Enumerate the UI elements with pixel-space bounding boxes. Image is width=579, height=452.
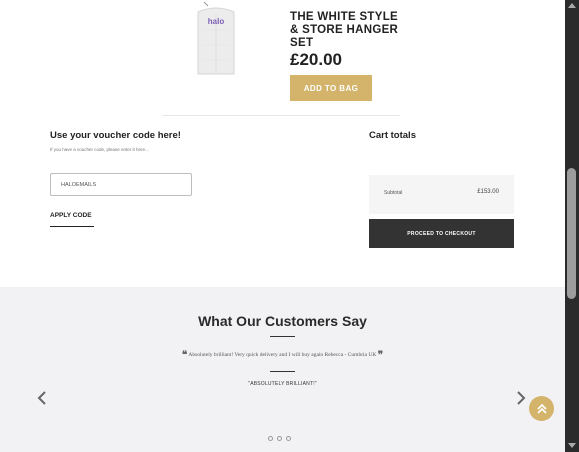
product-image[interactable]: halo xyxy=(190,0,242,76)
scroll-down-arrow-icon[interactable] xyxy=(568,443,576,448)
close-quote-icon: ❞ xyxy=(377,350,384,361)
product-logo-text: halo xyxy=(208,17,225,26)
scroll-to-top-button[interactable] xyxy=(529,396,554,421)
quote-heading: "ABSOLUTELY BRILLIANT!" xyxy=(248,381,317,387)
carousel-dot[interactable] xyxy=(277,436,282,441)
chevron-left-icon[interactable] xyxy=(36,388,48,412)
scrollbar-thumb[interactable] xyxy=(567,168,576,299)
title-underline xyxy=(270,336,295,337)
apply-code-underline xyxy=(50,226,94,227)
carousel-dots xyxy=(268,436,291,441)
garment-bag-icon: halo xyxy=(197,1,235,75)
carousel-dot[interactable] xyxy=(286,436,291,441)
cart-totals-title: Cart totals xyxy=(369,130,416,141)
chevron-right-icon[interactable] xyxy=(515,388,527,412)
voucher-title: Use your voucher code here! xyxy=(50,130,181,141)
product-price: £20.00 xyxy=(290,50,342,69)
section-title: What Our Customers Say xyxy=(198,313,367,329)
open-quote-icon: ❝ xyxy=(181,350,188,361)
subtotal-value: £153.00 xyxy=(477,189,499,195)
subtotal-row: Subtotal £153.00 xyxy=(369,175,514,214)
proceed-to-checkout-button[interactable]: PROCEED TO CHECKOUT xyxy=(369,219,514,248)
voucher-code-input[interactable] xyxy=(50,173,192,196)
page: halo THE WHITE STYLE & STORE HANGER SET … xyxy=(0,0,565,452)
scrollbar[interactable] xyxy=(565,0,579,452)
subtotal-label: Subtotal xyxy=(384,190,403,196)
scroll-up-arrow-icon[interactable] xyxy=(568,3,576,8)
product-title[interactable]: THE WHITE STYLE & STORE HANGER SET xyxy=(290,11,400,50)
double-chevron-up-icon xyxy=(536,403,547,414)
voucher-help-text: If you have a voucher code, please enter… xyxy=(50,147,149,152)
apply-code-button[interactable]: APPLY CODE xyxy=(50,212,92,219)
testimonials-section: What Our Customers Say ❝ Absolutely bril… xyxy=(0,287,565,452)
quote-underline xyxy=(270,371,295,372)
divider xyxy=(162,115,400,116)
quote-text: Absolutely brilliant! Very quick deliver… xyxy=(188,352,377,358)
carousel-dot[interactable] xyxy=(268,436,273,441)
add-to-bag-button[interactable]: ADD TO BAG xyxy=(290,75,372,101)
testimonial-quote: ❝ Absolutely brilliant! Very quick deliv… xyxy=(0,350,565,361)
